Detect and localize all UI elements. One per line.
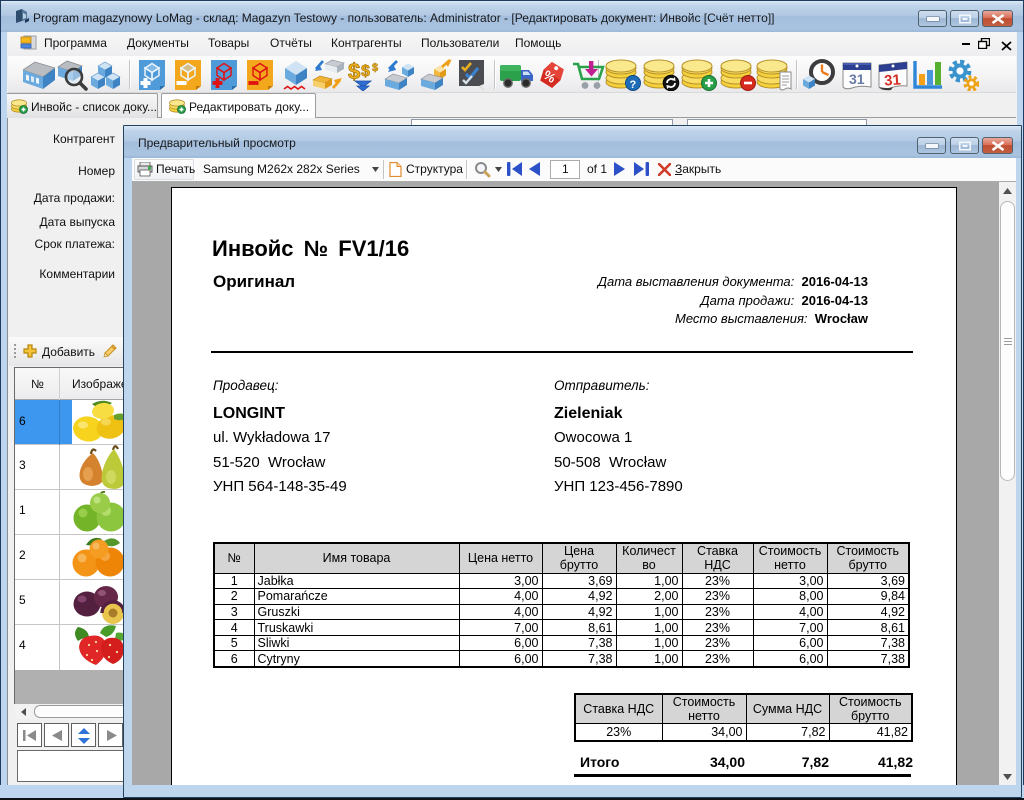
svg-text:31: 31 bbox=[884, 71, 902, 89]
svg-text:$: $ bbox=[372, 62, 378, 74]
svg-text:$: $ bbox=[361, 63, 370, 80]
svg-text:$: $ bbox=[348, 59, 360, 84]
svg-text:31: 31 bbox=[849, 71, 865, 87]
svg-text:?: ? bbox=[630, 79, 637, 91]
